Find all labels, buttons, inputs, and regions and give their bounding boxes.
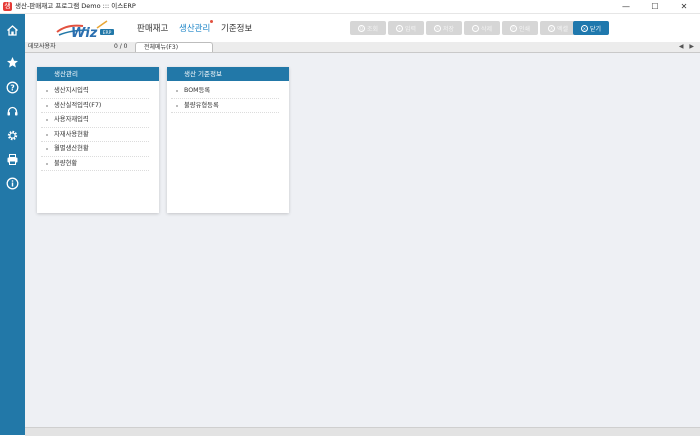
minimize-button[interactable]: — (613, 0, 639, 13)
print-button[interactable]: P 인쇄 (502, 21, 538, 35)
menu-tab-sales-inventory[interactable]: 판매재고 (137, 22, 168, 34)
close-button[interactable]: × 닫기 (573, 21, 609, 35)
menu-panel-production: 생산관리 생산지시입력 생산실적입력(F7) 사용자재입력 자재사용현황 월별생… (37, 67, 159, 213)
star-icon[interactable] (5, 55, 20, 70)
svg-text:?: ? (10, 83, 14, 92)
minus-icon: − (471, 24, 479, 32)
plus-icon: + (395, 24, 403, 32)
menu-item-production-result[interactable]: 생산실적입력(F7) (41, 99, 149, 113)
delete-button[interactable]: − 삭제 (464, 21, 500, 35)
close-button-label: 닫기 (589, 25, 602, 33)
tab-all-menu[interactable]: 전체메뉴(F3) (135, 42, 213, 52)
menu-item-production-order[interactable]: 생산지시입력 (41, 84, 149, 99)
maximize-button[interactable]: ☐ (642, 0, 668, 13)
excel-icon: X (547, 24, 555, 32)
window-titlebar: 생 생산-판매재고 프로그램 Demo ::: 이스ERP — ☐ ✕ (0, 0, 700, 14)
delete-button-label: 삭제 (480, 25, 493, 33)
close-icon: × (580, 24, 588, 32)
print-button-label: 인쇄 (518, 25, 531, 33)
save-button[interactable]: S 저장 (426, 21, 462, 35)
main-content: 생산관리 생산지시입력 생산실적입력(F7) 사용자재입력 자재사용현황 월별생… (25, 53, 700, 427)
sidebar: ? (0, 14, 25, 435)
menu-item-bom-registration[interactable]: BOM등록 (171, 84, 279, 99)
excel-button-label: 엑셀 (556, 25, 569, 33)
svg-text:ERP: ERP (103, 30, 112, 36)
svg-text:Wiz: Wiz (71, 26, 98, 40)
excel-button[interactable]: X 엑셀 (540, 21, 576, 35)
search-icon: Q (357, 24, 365, 32)
menu-item-monthly-production[interactable]: 월별생산현황 (41, 142, 149, 157)
current-user: 데모사용자 (28, 43, 56, 50)
gear-icon[interactable] (5, 128, 20, 143)
headset-icon[interactable] (5, 104, 20, 119)
save-button-label: 저장 (442, 25, 455, 33)
print-icon: P (509, 24, 517, 32)
active-indicator-dot (210, 20, 213, 23)
close-window-button[interactable]: ✕ (671, 0, 697, 13)
home-icon[interactable] (5, 23, 20, 38)
save-icon: S (433, 24, 441, 32)
menu-tab-basic-info[interactable]: 기준정보 (221, 22, 252, 34)
wiz-erp-logo: Wiz ERP (49, 18, 129, 41)
menu-item-defect-status[interactable]: 불량현황 (41, 157, 149, 171)
menu-item-material-usage[interactable]: 자재사용현황 (41, 128, 149, 142)
menu-item-defect-type-registration[interactable]: 불량유형등록 (171, 99, 279, 113)
app-icon: 생 (3, 2, 12, 11)
tab-strip: 데모사용자 0 / 0 전체메뉴(F3) ◀ ▶ (25, 42, 700, 53)
new-button-label: 입력 (404, 25, 417, 33)
header: Wiz ERP 판매재고 생산관리 기준정보 Q 조회 + 입력 S 저장 − … (25, 14, 700, 42)
menu-panel-production-basic-info: 생산 기준정보 BOM등록 불량유형등록 (167, 67, 289, 213)
info-icon[interactable] (5, 176, 20, 191)
menu-item-material-input[interactable]: 사용자재입력 (41, 113, 149, 128)
search-button[interactable]: Q 조회 (350, 21, 386, 35)
menu-tab-production[interactable]: 생산관리 (179, 22, 210, 34)
window-title: 생산-판매재고 프로그램 Demo ::: 이스ERP (15, 2, 136, 10)
search-button-label: 조회 (366, 25, 379, 33)
new-button[interactable]: + 입력 (388, 21, 424, 35)
help-icon[interactable]: ? (5, 80, 20, 95)
panel-title: 생산관리 (37, 67, 159, 81)
record-count: 0 / 0 (114, 43, 128, 50)
tab-scroll-arrows[interactable]: ◀ ▶ (679, 42, 696, 52)
printer-icon[interactable] (5, 152, 20, 167)
panel-title: 생산 기준정보 (167, 67, 289, 81)
